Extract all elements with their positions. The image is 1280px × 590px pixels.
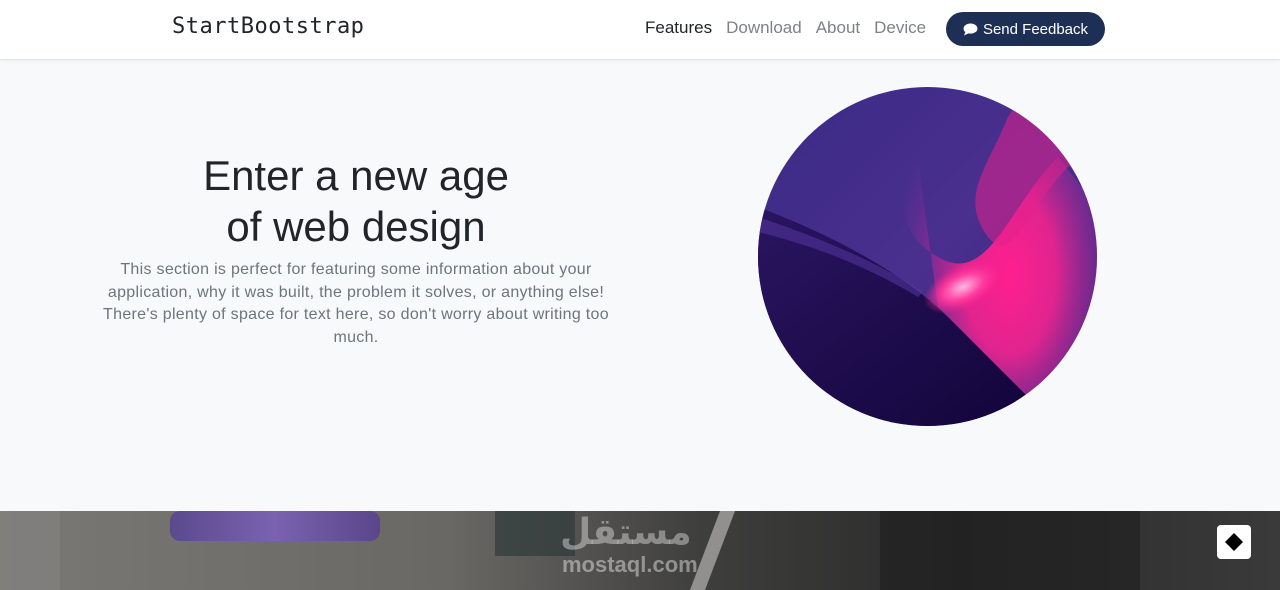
diamond-icon — [1225, 533, 1243, 551]
navbar: StartBootstrap Features Download About D… — [0, 0, 1280, 60]
nav-link-features[interactable]: Features — [645, 18, 712, 38]
corner-diamond-button[interactable] — [1217, 525, 1251, 559]
hero-title-line-1: Enter a new age — [203, 152, 509, 199]
hero-title: Enter a new age of web design — [96, 150, 616, 252]
nav-link-device[interactable]: Device — [874, 18, 926, 38]
send-feedback-label: Send Feedback — [982, 20, 1089, 38]
hero-title-line-2: of web design — [226, 203, 486, 250]
send-feedback-button[interactable]: Send Feedback — [946, 12, 1105, 46]
watermark-text: mostaql.com — [562, 552, 698, 577]
brand-logo[interactable]: StartBootstrap — [172, 14, 364, 39]
chat-bubble-icon — [963, 22, 978, 36]
hero-description: This section is perfect for featuring so… — [103, 261, 609, 347]
nav-link-about[interactable]: About — [816, 18, 860, 38]
nav-link-download[interactable]: Download — [726, 18, 802, 38]
hero-abstract-image — [758, 87, 1097, 426]
nav-links: Features Download About Device — [645, 18, 926, 38]
abstract-gradient-art — [758, 87, 1097, 426]
watermark-arabic: مستقل — [560, 512, 692, 553]
